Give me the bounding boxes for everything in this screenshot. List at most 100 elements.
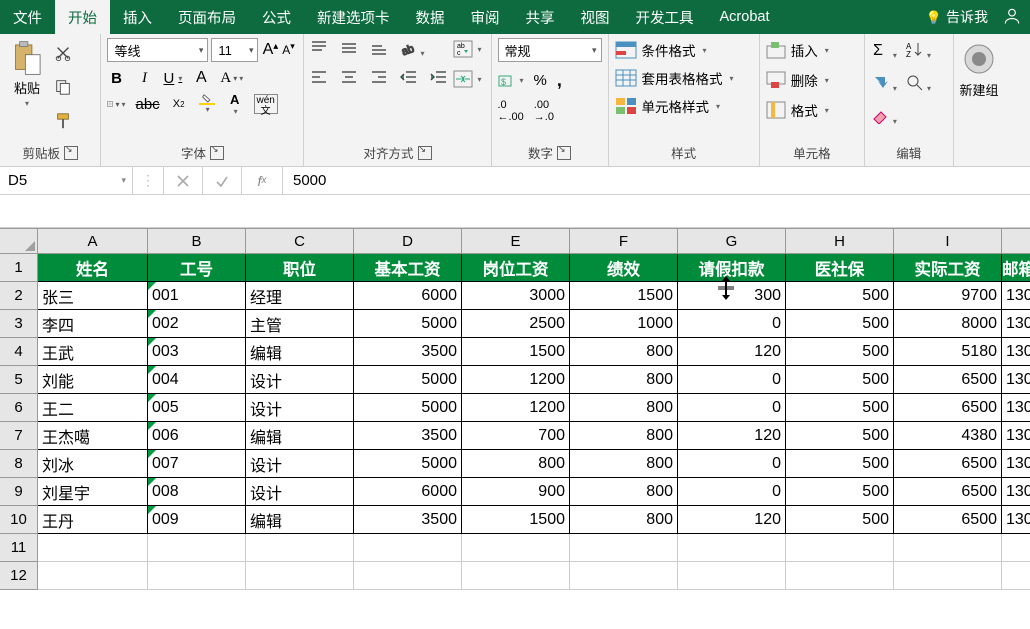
cell[interactable]: 设计 [246,366,354,394]
font-size-combo[interactable]: 11 [211,38,258,62]
font-color-theme-icon[interactable]: A▾ [220,68,243,88]
underline-button[interactable]: U [163,68,182,88]
orientation-icon[interactable]: ab [400,40,424,59]
decrease-decimal-icon[interactable]: .00→.0 [534,99,554,123]
tell-me[interactable]: 告诉我 [926,7,988,27]
row-header-6[interactable]: 6 [0,394,38,422]
cell[interactable]: 1500 [570,282,678,310]
cell[interactable]: 刘星宇 [38,478,148,506]
cell-empty[interactable] [786,534,894,562]
cell[interactable]: 500 [786,478,894,506]
cell[interactable]: 2500 [462,310,570,338]
cell-empty[interactable] [678,562,786,590]
cell[interactable]: 6500 [894,450,1002,478]
cell[interactable]: 800 [570,506,678,534]
cell[interactable]: 6500 [894,506,1002,534]
conditional-format-button[interactable]: 条件格式 [615,40,734,60]
cell[interactable]: 9700 [894,282,1002,310]
cell[interactable]: 王杰噶 [38,422,148,450]
cell[interactable]: 1307 [1002,282,1030,310]
cell[interactable]: 5000 [354,394,462,422]
cell-empty[interactable] [354,534,462,562]
col-header-E[interactable]: E [462,229,570,254]
cell[interactable]: 李四 [38,310,148,338]
cell[interactable]: 002 [148,310,246,338]
align-top-icon[interactable] [310,40,328,59]
col-header-J[interactable] [1002,229,1030,254]
tab-数据[interactable]: 数据 [403,0,458,34]
cell[interactable]: 0 [678,310,786,338]
sum-icon[interactable]: Σ [871,40,897,61]
col-header-D[interactable]: D [354,229,462,254]
col-header-G[interactable]: G [678,229,786,254]
merge-center-button[interactable] [450,68,484,90]
cell[interactable]: 设计 [246,478,354,506]
cell[interactable]: 1309 [1002,422,1030,450]
cell-empty[interactable] [1002,562,1030,590]
increase-indent-icon[interactable] [430,69,448,88]
cell[interactable]: 300 [678,282,786,310]
table-header[interactable]: 邮箱 [1002,254,1030,282]
tab-开始[interactable]: 开始 [55,0,110,34]
cell[interactable]: 4380 [894,422,1002,450]
dialog-launcher-icon[interactable] [418,146,432,160]
row-header-1[interactable]: 1 [0,254,38,282]
cell[interactable]: 1500 [462,338,570,366]
row-header-11[interactable]: 11 [0,534,38,562]
row-header-12[interactable]: 12 [0,562,38,590]
row-header-3[interactable]: 3 [0,310,38,338]
cell[interactable]: 120 [678,422,786,450]
cell[interactable]: 张三 [38,282,148,310]
font-name-combo[interactable]: 等线 [107,38,208,62]
cell[interactable]: 800 [570,366,678,394]
delete-cells-button[interactable]: 删除 [766,70,829,90]
cell[interactable]: 009 [148,506,246,534]
border-icon[interactable]: ▾ [107,94,125,114]
italic-button[interactable]: I [135,68,153,88]
col-header-F[interactable]: F [570,229,678,254]
cell[interactable]: 800 [570,338,678,366]
cut-icon[interactable] [52,42,74,64]
worksheet-grid[interactable]: ABCDEFGHI1姓名工号职位基本工资岗位工资绩效请假扣款医社保实际工资邮箱2… [0,228,1030,590]
tab-共享[interactable]: 共享 [513,0,568,34]
decrease-indent-icon[interactable] [400,69,418,88]
cell[interactable]: 1307 [1002,366,1030,394]
cell[interactable]: 001 [148,282,246,310]
format-as-table-button[interactable]: 套用表格格式 [615,68,734,88]
tab-公式[interactable]: 公式 [249,0,304,34]
percent-format-icon[interactable]: % [534,72,547,89]
fill-icon[interactable] [871,73,897,94]
table-header[interactable]: 岗位工资 [462,254,570,282]
tab-Acrobat[interactable]: Acrobat [707,0,783,34]
cell[interactable]: 006 [148,422,246,450]
cell-empty[interactable] [246,534,354,562]
cell[interactable]: 5000 [354,450,462,478]
cell[interactable]: 900 [462,478,570,506]
cell[interactable]: 6500 [894,366,1002,394]
find-select-icon[interactable] [905,73,931,94]
font-case-icon[interactable]: A [192,68,210,88]
cell[interactable]: 800 [570,478,678,506]
cell[interactable]: 004 [148,366,246,394]
cell-empty[interactable] [148,534,246,562]
cancel-icon[interactable] [164,167,203,194]
cell[interactable]: 800 [570,450,678,478]
cell[interactable]: 1000 [570,310,678,338]
cell[interactable]: 500 [786,450,894,478]
col-header-I[interactable]: I [894,229,1002,254]
bold-button[interactable]: B [107,68,125,88]
cell-empty[interactable] [148,562,246,590]
cell[interactable]: 003 [148,338,246,366]
row-header-10[interactable]: 10 [0,506,38,534]
cell[interactable]: 6500 [894,478,1002,506]
row-header-5[interactable]: 5 [0,366,38,394]
cell[interactable]: 6000 [354,282,462,310]
table-header[interactable]: 工号 [148,254,246,282]
cell[interactable]: 800 [570,422,678,450]
phonetic-icon[interactable]: wén 文 [254,94,278,114]
cell[interactable]: 编辑 [246,422,354,450]
cell[interactable]: 3500 [354,422,462,450]
format-cells-button[interactable]: 格式 [766,100,829,120]
cell[interactable]: 3500 [354,506,462,534]
increase-decimal-icon[interactable]: .0←.00 [498,99,524,123]
